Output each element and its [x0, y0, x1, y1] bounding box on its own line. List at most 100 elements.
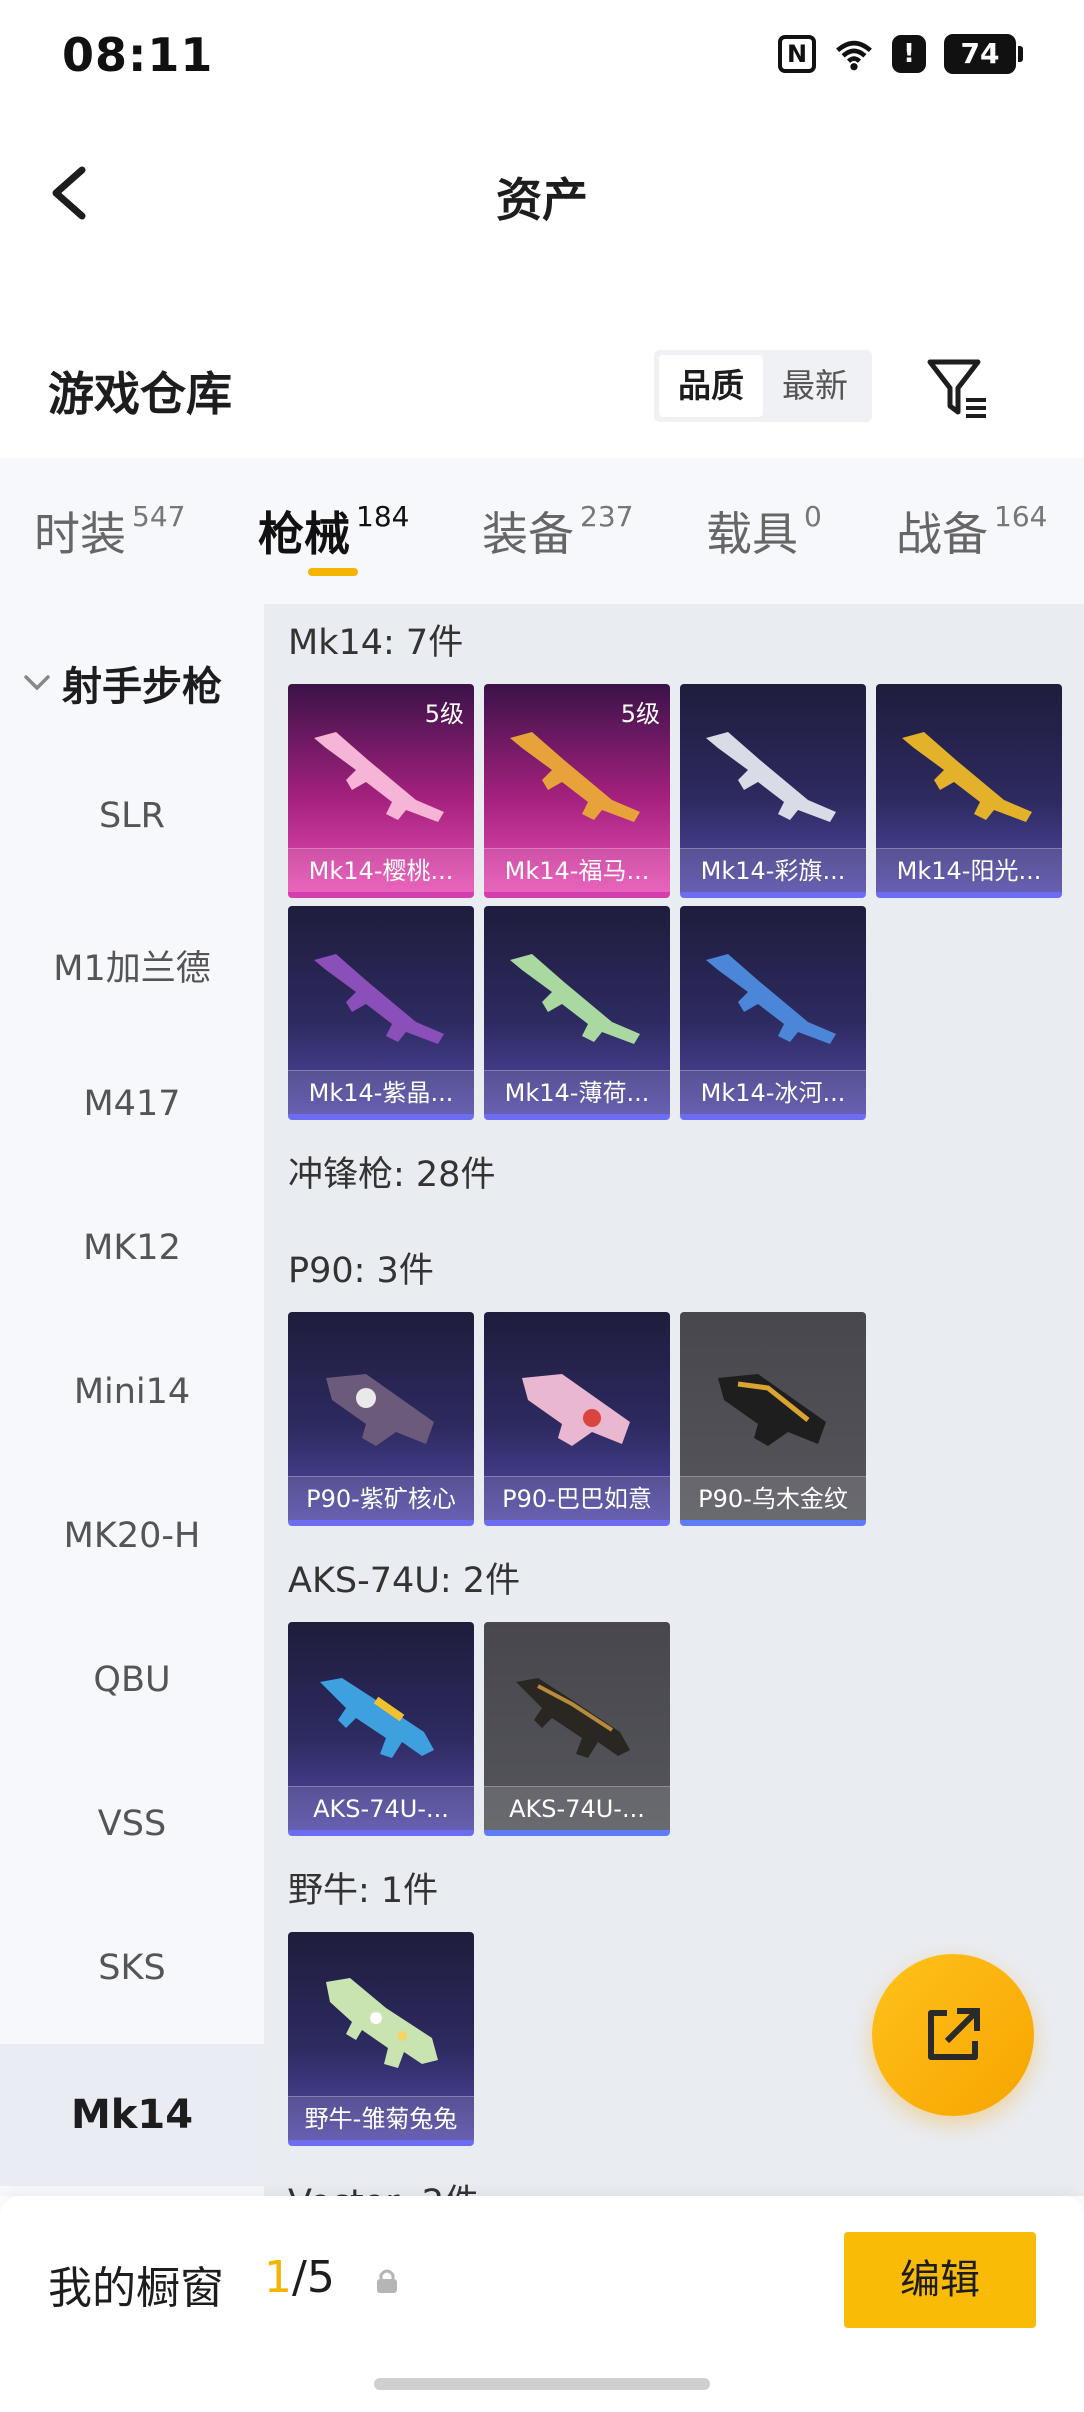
weapon-sidebar: 射手步枪 SLR M1加兰德 M417 MK12 Mini14 MK20-H Q… — [0, 604, 264, 2196]
wifi-icon — [834, 34, 874, 74]
skin-card[interactable]: P90-巴巴如意 — [484, 1312, 670, 1526]
card-name: Mk14-薄荷... — [484, 1070, 670, 1114]
sort-newest-option[interactable]: 最新 — [763, 355, 867, 417]
filter-icon — [927, 359, 986, 418]
battery-icon: 74 — [944, 34, 1023, 74]
card-name: P90-紫矿核心 — [288, 1476, 474, 1520]
sidebar-item-mk14[interactable]: Mk14 — [0, 2044, 264, 2186]
sidebar-item-mk12[interactable]: MK12 — [0, 1228, 264, 1268]
tab-gear[interactable]: 战备 164 — [896, 498, 1047, 564]
sidebar-category[interactable]: 射手步枪 — [22, 654, 222, 712]
skin-card[interactable]: 5级 Mk14-福马... — [484, 684, 670, 898]
showcase-current: 1 — [264, 2252, 292, 2303]
skin-card[interactable]: AKS-74U-... — [484, 1622, 670, 1836]
warehouse-title: 游戏仓库 — [48, 367, 232, 421]
edit-button[interactable]: 编辑 — [844, 2232, 1036, 2328]
tab-equipment[interactable]: 装备 237 — [482, 498, 633, 564]
skin-card[interactable]: Mk14-彩旗... — [680, 684, 866, 898]
rifle-icon — [314, 954, 444, 1044]
tab-label: 载具 — [706, 507, 798, 561]
skin-card[interactable]: Mk14-紫晶... — [288, 906, 474, 1120]
skin-card[interactable]: P90-乌木金纹 — [680, 1312, 866, 1526]
home-indicator — [374, 2378, 710, 2390]
rifle-icon — [902, 732, 1032, 822]
rifle-icon — [510, 954, 640, 1044]
sidebar-item-sks[interactable]: SKS — [0, 1948, 264, 1988]
skin-card[interactable]: Mk14-阳光... — [876, 684, 1062, 898]
alert-icon: ! — [892, 35, 926, 73]
sidebar-item-qbu[interactable]: QBU — [0, 1660, 264, 1700]
chevron-down-icon — [24, 675, 50, 691]
showcase-count: 1/5 — [264, 2252, 335, 2303]
skin-card[interactable]: Mk14-薄荷... — [484, 906, 670, 1120]
smg-icon — [326, 1978, 438, 2068]
rifle-icon — [706, 732, 836, 822]
card-name: P90-乌木金纹 — [680, 1476, 866, 1520]
card-name: 野牛-雏菊兔兔 — [288, 2096, 474, 2140]
card-name: Mk14-紫晶... — [288, 1070, 474, 1114]
card-name: Mk14-福马... — [484, 848, 670, 892]
section-title-bizon: 野牛: 1件 — [288, 1871, 439, 1911]
filter-button[interactable] — [924, 354, 992, 422]
active-tab-indicator — [308, 568, 358, 576]
warehouse-header: 游戏仓库 品质 最新 — [0, 340, 1084, 450]
sidebar-item-m417[interactable]: M417 — [0, 1084, 264, 1124]
share-button[interactable] — [872, 1954, 1034, 2116]
skin-card[interactable]: 5级 Mk14-樱桃... — [288, 684, 474, 898]
smg-icon — [320, 1678, 434, 1758]
sort-toggle: 品质 最新 — [654, 350, 872, 422]
category-tabs: 时装 547 枪械 184 装备 237 载具 0 战备 164 — [0, 458, 1084, 604]
sidebar-item-mk20h[interactable]: MK20-H — [0, 1516, 264, 1556]
skin-card[interactable]: Mk14-冰河... — [680, 906, 866, 1120]
sidebar-item-mini14[interactable]: Mini14 — [0, 1372, 264, 1412]
tab-count: 0 — [804, 500, 822, 533]
section-title-aks74u: AKS-74U: 2件 — [288, 1561, 521, 1601]
showcase-total: /5 — [292, 2252, 335, 2303]
sidebar-item-vss[interactable]: VSS — [0, 1804, 264, 1844]
card-name: Mk14-阳光... — [876, 848, 1062, 892]
showcase-label: 我的橱窗 — [48, 2263, 224, 2314]
section-title-smg: 冲锋枪: 28件 — [288, 1155, 496, 1195]
sort-quality-option[interactable]: 品质 — [659, 355, 763, 417]
nav-bar: 资产 — [0, 140, 1084, 250]
smg-icon — [516, 1678, 630, 1758]
tab-label: 时装 — [34, 507, 126, 561]
lock-icon — [377, 2269, 397, 2293]
skin-card[interactable]: 野牛-雏菊兔兔 — [288, 1932, 474, 2146]
tab-count: 164 — [994, 500, 1048, 533]
sidebar-item-slr[interactable]: SLR — [0, 796, 264, 836]
smg-icon — [326, 1374, 434, 1446]
tab-count: 237 — [580, 500, 634, 533]
tab-vehicles[interactable]: 载具 0 — [706, 498, 822, 564]
tab-count: 184 — [356, 500, 410, 533]
rifle-icon — [314, 732, 444, 822]
tab-label: 枪械 — [258, 507, 350, 561]
status-icons: N ! 74 — [778, 34, 1023, 74]
tab-label: 装备 — [482, 507, 574, 561]
sidebar-category-label: 射手步枪 — [62, 664, 222, 710]
skin-card[interactable]: AKS-74U-... — [288, 1622, 474, 1836]
section-title-vector: Vector: 2件 — [288, 2174, 479, 2196]
status-bar: 08:11 N ! 74 — [0, 0, 1084, 110]
tab-count: 547 — [132, 500, 186, 533]
card-name: AKS-74U-... — [288, 1786, 474, 1830]
rifle-icon — [706, 954, 836, 1044]
skin-card[interactable]: P90-紫矿核心 — [288, 1312, 474, 1526]
card-name: Mk14-彩旗... — [680, 848, 866, 892]
status-time: 08:11 — [62, 28, 214, 82]
card-name: P90-巴巴如意 — [484, 1476, 670, 1520]
tab-fashion[interactable]: 时装 547 — [34, 498, 185, 564]
share-icon — [928, 2008, 980, 2060]
section-title-mk14: Mk14: 7件 — [288, 623, 464, 663]
smg-icon — [718, 1374, 826, 1446]
rifle-icon — [510, 732, 640, 822]
sidebar-item-m1[interactable]: M1加兰德 — [0, 940, 264, 991]
smg-icon — [522, 1374, 630, 1446]
tab-label: 战备 — [896, 507, 988, 561]
nfc-icon: N — [778, 35, 816, 73]
page-title: 资产 — [496, 173, 588, 227]
tab-firearms[interactable]: 枪械 184 — [258, 498, 409, 564]
card-name: Mk14-樱桃... — [288, 848, 474, 892]
card-name: Mk14-冰河... — [680, 1070, 866, 1114]
section-title-p90: P90: 3件 — [288, 1251, 434, 1291]
